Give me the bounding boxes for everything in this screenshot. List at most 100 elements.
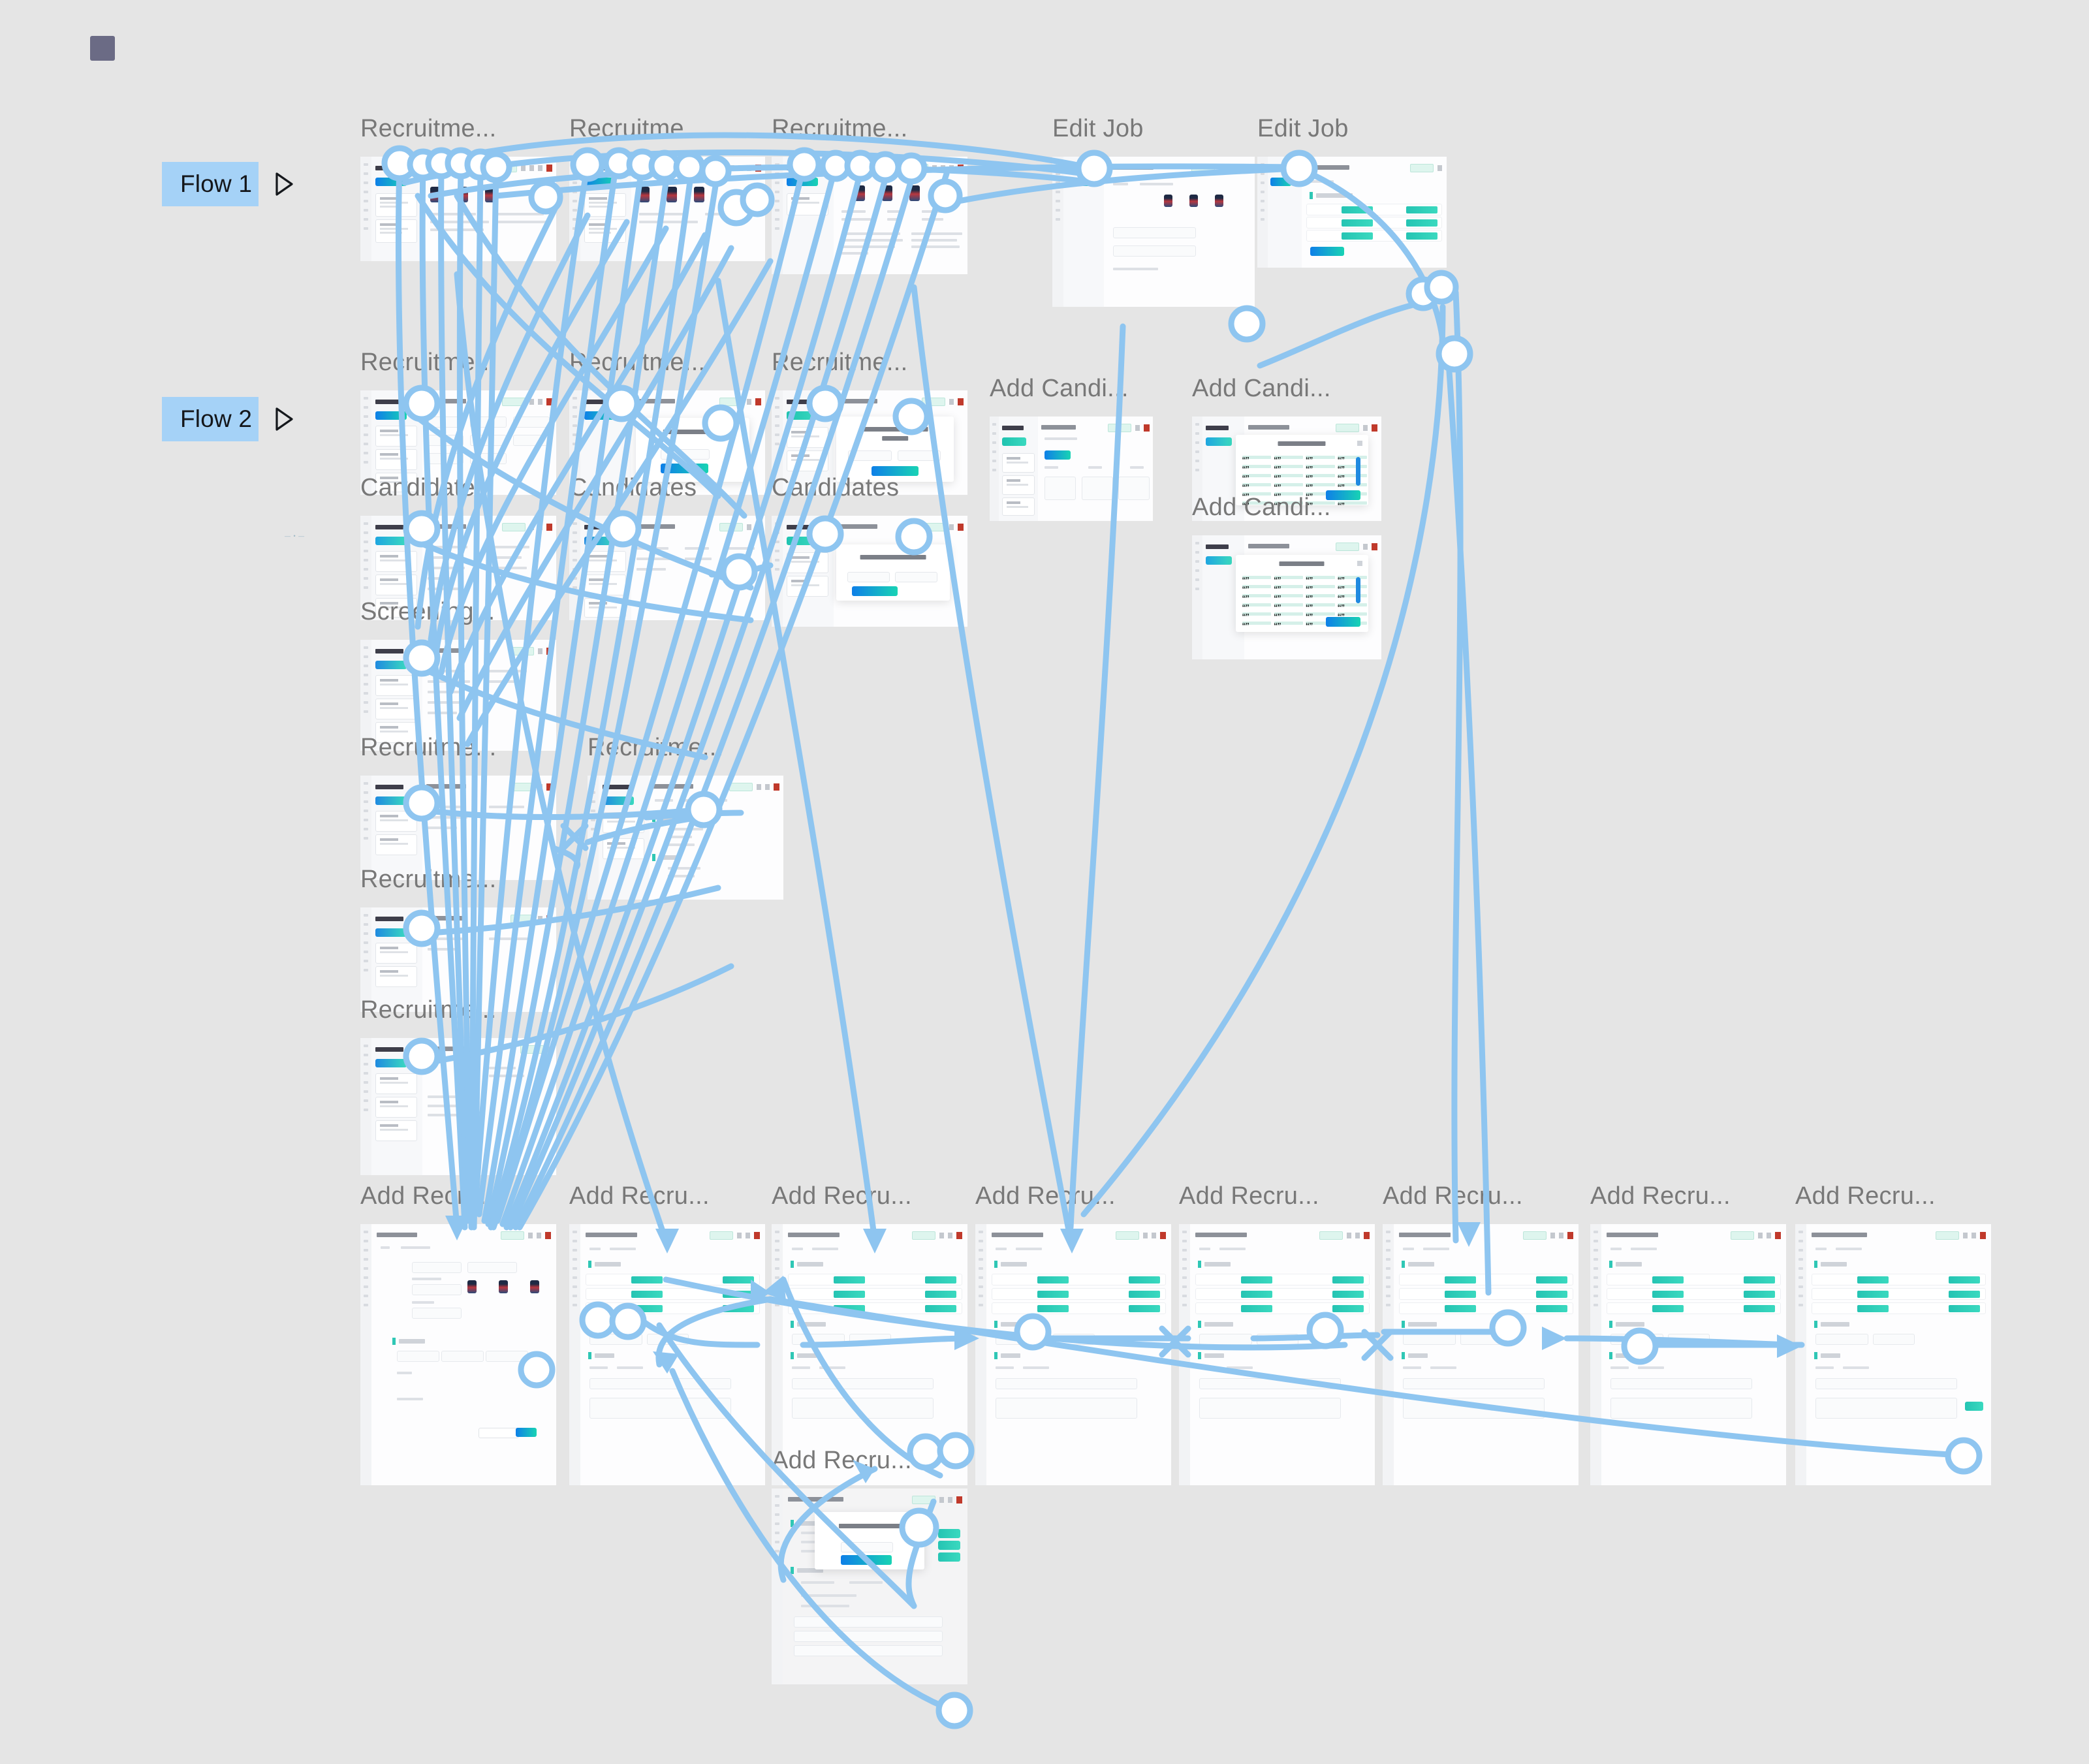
frame-label-f01[interactable]: Recruitme... (360, 116, 496, 141)
frame-thumbnail-f20[interactable] (360, 1224, 556, 1485)
frame-thumbnail-f03[interactable] (772, 157, 967, 274)
thumb-content (1192, 535, 1381, 659)
frame-label-f03[interactable]: Recruitme... (772, 116, 907, 141)
mini-nav-rail (569, 1224, 580, 1485)
mini-nav-rail (1179, 1224, 1190, 1485)
mini-nav-rail (975, 1224, 986, 1485)
frame-label-f07[interactable]: Recruitme... (569, 350, 705, 375)
frame-label-f28[interactable]: Add Recru... (772, 1448, 912, 1473)
flow-badge-flow-1[interactable]: Flow 1 (162, 162, 293, 206)
frame-thumbnail-f13[interactable] (772, 516, 967, 627)
frame-label-f27[interactable]: Add Recru... (1795, 1184, 1936, 1208)
mini-main-panel (986, 1224, 1171, 1485)
mini-nav-rail (772, 1224, 783, 1485)
thumb-content (772, 1488, 967, 1684)
frame-thumbnail-f14[interactable] (1192, 535, 1381, 659)
mini-sidebar (598, 776, 650, 900)
frame-thumbnail-f01[interactable] (360, 157, 556, 261)
mini-nav-rail (1052, 157, 1064, 307)
mini-sidebar (580, 516, 632, 620)
frame-label-f15[interactable]: Screening... (360, 599, 495, 624)
thumb-content (990, 417, 1153, 521)
thumb-content (772, 1224, 967, 1485)
frame-label-f16[interactable]: Recruitme... (360, 735, 496, 760)
frame-thumbnail-f05[interactable] (1257, 157, 1447, 268)
thumb-content (772, 157, 967, 274)
mini-main-panel (1104, 157, 1255, 307)
mini-sidebar (580, 157, 632, 261)
thumb-content (1590, 1224, 1786, 1485)
frame-label-f25[interactable]: Add Recru... (1383, 1184, 1523, 1208)
mini-dialog (815, 1512, 924, 1569)
frame-label-f09[interactable]: Add Candi... (990, 376, 1129, 401)
mini-main-panel (422, 776, 556, 880)
flow-badge-flow-2[interactable]: Flow 2 (162, 397, 293, 441)
frame-label-f04[interactable]: Edit Job (1052, 116, 1144, 141)
frame-thumbnail-f17[interactable] (588, 776, 783, 900)
frame-label-f12[interactable]: Candidates (569, 475, 697, 500)
thumb-content (1795, 1224, 1991, 1485)
mini-dialog (1235, 555, 1368, 632)
mini-main-panel (1302, 157, 1447, 268)
thumb-content (569, 516, 765, 620)
thumb-content (1179, 1224, 1375, 1485)
frame-thumbnail-f12[interactable] (569, 516, 765, 620)
frame-thumbnail-f27[interactable] (1795, 1224, 1991, 1485)
thumb-content (360, 1224, 556, 1485)
mini-main-panel (1393, 1224, 1579, 1485)
mini-sidebar (998, 417, 1039, 521)
thumb-content (360, 1038, 556, 1175)
frame-thumbnail-f28[interactable] (772, 1488, 967, 1684)
frame-label-f17[interactable]: Recruitme... (588, 735, 723, 760)
mini-dialog (636, 418, 749, 482)
play-triangle-icon[interactable] (274, 172, 294, 197)
frame-thumbnail-f25[interactable] (1383, 1224, 1579, 1485)
app-logo (90, 36, 115, 61)
frame-thumbnail-f22[interactable] (772, 1224, 967, 1485)
frame-label-f22[interactable]: Add Recru... (772, 1184, 912, 1208)
frame-thumbnail-f09[interactable] (990, 417, 1153, 521)
thumb-content (569, 1224, 765, 1485)
frame-label-f02[interactable]: Recruitme... (569, 116, 705, 141)
frame-thumbnail-f19[interactable] (360, 1038, 556, 1175)
frame-label-f24[interactable]: Add Recru... (1179, 1184, 1319, 1208)
frame-label-f08[interactable]: Recruitme... (772, 350, 907, 375)
mini-main-panel (371, 1224, 556, 1485)
frame-label-f21[interactable]: Add Recru... (569, 1184, 710, 1208)
thumb-content (1052, 157, 1255, 307)
thumb-content (569, 157, 765, 261)
frame-label-f23[interactable]: Add Recru... (975, 1184, 1116, 1208)
frame-label-f06[interactable]: Recruitme... (360, 350, 496, 375)
thumb-content (360, 776, 556, 880)
frame-label-f13[interactable]: Candidates (772, 475, 899, 500)
frame-thumbnail-f02[interactable] (569, 157, 765, 261)
frame-thumbnail-f24[interactable] (1179, 1224, 1375, 1485)
frame-label-f26[interactable]: Add Recru... (1590, 1184, 1731, 1208)
frame-label-f14[interactable]: Add Candi... (1192, 495, 1331, 520)
prototype-canvas[interactable]: Flow 1 Flow 2 Recruitme... Recruitme... … (0, 0, 2089, 1764)
mini-main-panel (782, 1224, 967, 1485)
frame-label-f20[interactable]: Add Recru... (360, 1184, 501, 1208)
frame-thumbnail-f04[interactable] (1052, 157, 1255, 307)
play-triangle-icon[interactable] (274, 407, 294, 432)
mini-nav-rail (1257, 157, 1268, 268)
mini-nav-rail (1795, 1224, 1806, 1485)
thumb-content (772, 516, 967, 627)
mini-nav-rail (569, 157, 580, 261)
frame-label-f18[interactable]: Recruitme... (360, 867, 496, 892)
prototype-hotspots[interactable] (381, 145, 1983, 1729)
frame-thumbnail-f21[interactable] (569, 1224, 765, 1485)
mini-nav-rail (1383, 1224, 1394, 1485)
mini-nav-rail (772, 157, 783, 274)
frame-thumbnail-f23[interactable] (975, 1224, 1171, 1485)
frame-label-f19[interactable]: Recruitme... (360, 998, 496, 1022)
thumb-content (360, 157, 556, 261)
frame-label-f05[interactable]: Edit Job (1257, 116, 1349, 141)
mini-nav-rail (360, 776, 371, 880)
frame-thumbnail-f16[interactable] (360, 776, 556, 880)
frame-label-f10[interactable]: Add Candi... (1192, 376, 1331, 401)
frame-thumbnail-f26[interactable] (1590, 1224, 1786, 1485)
mini-main-panel (1037, 417, 1153, 521)
frame-label-f11[interactable]: Candidates (360, 475, 488, 500)
mini-main-panel (631, 157, 765, 261)
